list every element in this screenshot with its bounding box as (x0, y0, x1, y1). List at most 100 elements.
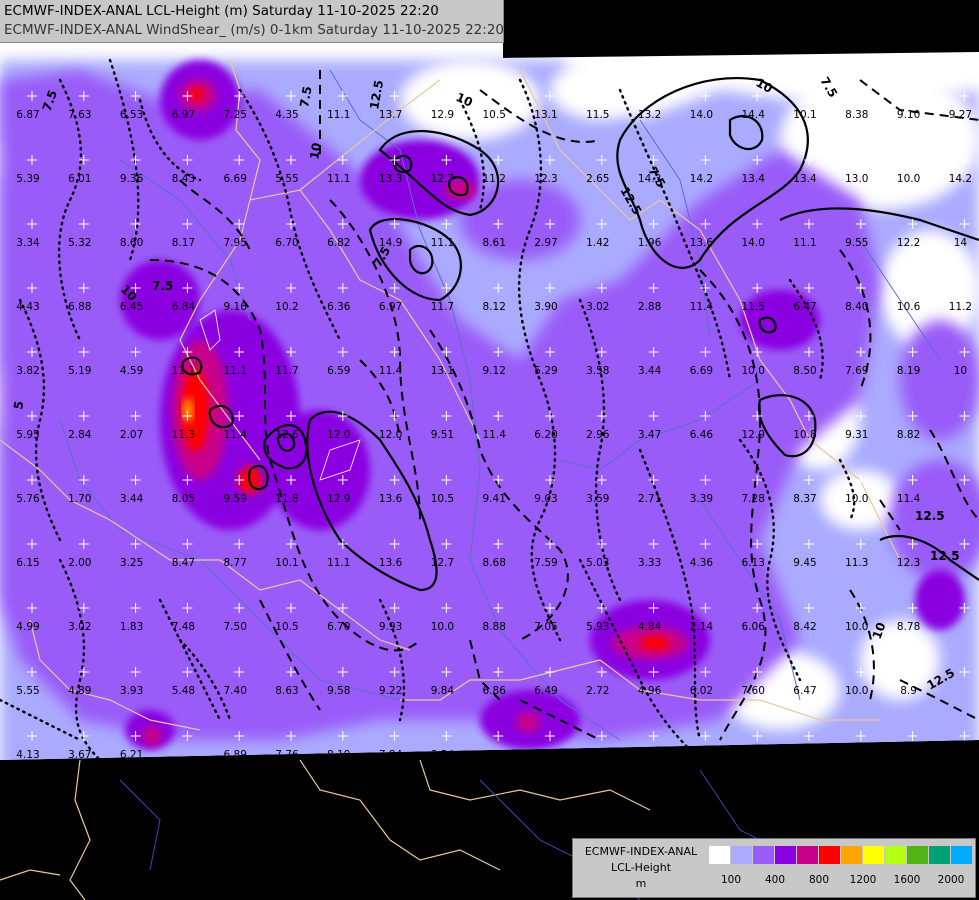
grid-value: 2.14 (690, 621, 714, 633)
grid-value: 3.59 (586, 493, 609, 505)
grid-value: 8.43 (172, 173, 195, 185)
grid-value: 7.40 (224, 685, 247, 697)
grid-value: 5.19 (68, 365, 91, 377)
grid-value: 13.3 (379, 173, 402, 185)
grid-value: 11.5 (586, 109, 609, 121)
grid-value: 3.44 (120, 493, 144, 505)
grid-value: 6.70 (275, 237, 298, 249)
grid-value: 1.42 (586, 237, 609, 249)
grid-value: 1.83 (120, 621, 143, 633)
grid-value: 5.39 (16, 173, 39, 185)
grid-value: 5.95 (16, 429, 39, 441)
grid-value: 10.0 (845, 493, 868, 505)
contour-label: 12.5 (930, 549, 960, 563)
legend-swatch (841, 846, 862, 864)
grid-value: 8.88 (483, 621, 506, 633)
grid-value: 5.32 (68, 237, 91, 249)
grid-value: 10.5 (483, 109, 506, 121)
grid-value: 3.82 (16, 365, 39, 377)
grid-value: 6.84 (172, 301, 196, 313)
grid-value: 13.4 (793, 173, 817, 185)
grid-value: 11.4 (483, 429, 507, 441)
grid-value: 12.9 (742, 429, 765, 441)
grid-value: 9.27 (949, 109, 972, 121)
grid-value: 11.4 (379, 365, 403, 377)
grid-value: 4.35 (275, 109, 298, 121)
title-windshear: ECMWF-INDEX-ANAL WindShear_ (m/s) 0-1km … (4, 22, 504, 38)
grid-value: 11.1 (431, 237, 454, 249)
legend-box: ECMWF-INDEX-ANAL LCL-Height m 100 400 800 1… (572, 838, 976, 898)
grid-value: 6.15 (16, 557, 39, 569)
grid-value: 10.5 (431, 493, 454, 505)
grid-value: 4.36 (690, 557, 714, 569)
legend-swatch (951, 846, 972, 864)
legend-tick-label: 400 (764, 874, 786, 886)
grid-value: 2.88 (638, 301, 661, 313)
grid-value: 4.96 (638, 685, 662, 697)
grid-value: 4.43 (16, 301, 39, 313)
grid-value: 11.7 (275, 365, 298, 377)
grid-value: 11.1 (327, 557, 350, 569)
grid-value: 6.86 (483, 685, 507, 697)
grid-value: 6.82 (327, 237, 350, 249)
grid-value: 13.6 (690, 237, 714, 249)
legend-tick-label: 1200 (849, 874, 877, 886)
grid-value: 10.0 (897, 173, 920, 185)
grid-value: 14.2 (949, 173, 972, 185)
grid-value: 12.9 (431, 109, 454, 121)
grid-value: 9.45 (793, 557, 816, 569)
grid-value: 6.87 (16, 109, 39, 121)
grid-value: 8.60 (120, 237, 143, 249)
grid-value: 2.65 (586, 173, 609, 185)
grid-value: 5.29 (534, 365, 557, 377)
grid-value: 13.1 (534, 109, 557, 121)
legend-title-model: ECMWF-INDEX-ANAL (584, 845, 698, 858)
grid-value: 10.6 (897, 301, 921, 313)
grid-value: 12.7 (431, 173, 454, 185)
grid-value: 12.3 (534, 173, 557, 185)
grid-value: 1.96 (638, 237, 662, 249)
grid-value: 8.19 (897, 365, 920, 377)
grid-value: 11.3 (845, 557, 868, 569)
grid-value: 11.8 (275, 493, 298, 505)
grid-value: 14.2 (690, 173, 713, 185)
grid-value: 3.25 (120, 557, 143, 569)
grid-value: 9.41 (483, 493, 506, 505)
grid-value: 6.88 (68, 301, 91, 313)
grid-value: 2.07 (120, 429, 143, 441)
grid-value: 14.4 (742, 109, 766, 121)
grid-value: 11.7 (431, 301, 454, 313)
title-box: ECMWF-INDEX-ANAL LCL-Height (m) Saturday… (0, 0, 504, 43)
grid-value: 11.1 (172, 365, 195, 377)
grid-value: 12.6 (275, 429, 299, 441)
grid-value: 13.7 (379, 109, 402, 121)
grid-value: 8.12 (483, 301, 506, 313)
grid-value: 8.68 (483, 557, 506, 569)
grid-value: 11.2 (949, 301, 972, 313)
grid-value: 7.59 (534, 557, 557, 569)
grid-value: 9.10 (897, 109, 920, 121)
grid-value: 9.51 (431, 429, 454, 441)
grid-value: 5.93 (586, 621, 609, 633)
grid-value: 6.20 (534, 429, 557, 441)
grid-value: 6.06 (742, 621, 766, 633)
grid-value: 6.53 (120, 109, 143, 121)
grid-value: 8.38 (845, 109, 868, 121)
grid-value: 6.36 (327, 301, 351, 313)
grid-value: 11.4 (224, 429, 248, 441)
grid-value: 14.0 (742, 237, 765, 249)
grid-value: 9.55 (845, 237, 868, 249)
grid-value: 6.45 (120, 301, 143, 313)
grid-value: 8.47 (172, 557, 195, 569)
grid-value: 11.1 (793, 237, 816, 249)
grid-value: 6.01 (68, 173, 91, 185)
legend-swatch (819, 846, 840, 864)
legend-swatch (885, 846, 906, 864)
grid-value: 8.63 (275, 685, 298, 697)
grid-value: 6.02 (690, 685, 713, 697)
grid-value: 8.77 (224, 557, 247, 569)
grid-value: 8.05 (172, 493, 195, 505)
grid-value: 14.0 (690, 109, 713, 121)
grid-value: 8.50 (793, 365, 816, 377)
grid-value: 2.72 (586, 685, 609, 697)
